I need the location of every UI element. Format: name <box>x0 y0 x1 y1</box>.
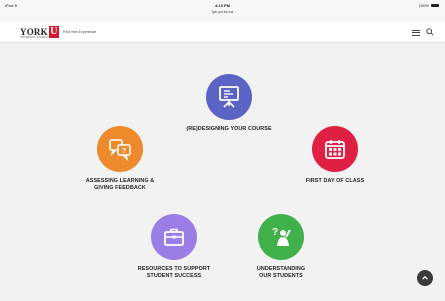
battery-percent: 100% <box>418 3 429 8</box>
back-to-top-button[interactable] <box>417 270 433 286</box>
tile-first-day-circle <box>312 126 358 172</box>
tile-first-day-label: FIRST DAY OF CLASS <box>305 178 365 184</box>
tile-resources[interactable]: RESOURCES TO SUPPORT STUDENT SUCCESS <box>114 214 234 281</box>
status-bar: iPad ≋ 4:10 PM fye.yorku.ca 100% <box>0 0 445 22</box>
tile-understanding-circle: ? <box>258 214 304 260</box>
tile-first-day[interactable]: FIRST DAY OF CLASS <box>275 126 395 185</box>
search-icon[interactable] <box>426 28 434 36</box>
hamburger-menu-icon[interactable] <box>412 28 420 36</box>
tile-redesigning-circle <box>206 74 252 120</box>
briefcase-icon <box>164 228 184 246</box>
tile-assessing-label: ASSESSING LEARNING & GIVING FEEDBACK <box>85 178 155 192</box>
address-url[interactable]: fye.yorku.ca <box>0 9 445 14</box>
svg-text:?: ? <box>272 227 278 238</box>
site-header: YORK U UNIVERSITÉ UNIVERSITY First Year … <box>0 22 445 43</box>
tile-resources-label: RESOURCES TO SUPPORT STUDENT SUCCESS <box>137 266 211 280</box>
battery-icon <box>431 4 439 7</box>
tile-understanding-label: UNDERSTANDING OUR STUDENTS <box>256 266 306 280</box>
presentation-board-icon <box>219 86 239 108</box>
tile-redesigning-course[interactable]: (RE)DESIGNING YOUR COURSE <box>169 74 289 133</box>
tile-understanding-students[interactable]: ? UNDERSTANDING OUR STUDENTS <box>221 214 341 281</box>
svg-text:?: ? <box>122 148 126 155</box>
tile-assessing-circle: ? <box>97 126 143 172</box>
site-title[interactable]: First Year Experience <box>63 30 96 34</box>
calendar-icon <box>325 140 345 159</box>
tile-assessing-learning[interactable]: ? ASSESSING LEARNING & GIVING FEEDBACK <box>60 126 180 193</box>
status-time: 4:10 PM <box>214 3 231 8</box>
chevron-up-icon <box>422 275 428 280</box>
logo-subtext: UNIVERSITÉ UNIVERSITY <box>20 36 51 39</box>
tile-resources-circle <box>151 214 197 260</box>
tile-redesigning-label: (RE)DESIGNING YOUR COURSE <box>186 126 272 132</box>
speech-bubbles-icon: ? <box>109 139 131 162</box>
student-question-icon: ? <box>272 227 291 246</box>
